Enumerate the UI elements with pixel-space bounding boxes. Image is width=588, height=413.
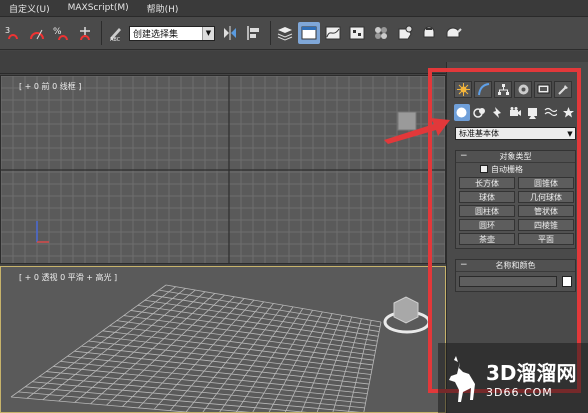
menu-bar: 自定义(U) MAXScript(M) 帮助(H) xyxy=(0,0,588,17)
object-color-swatch[interactable] xyxy=(562,276,572,287)
object-name-input[interactable] xyxy=(459,276,558,287)
cone-button[interactable]: 圆锥体 xyxy=(518,177,574,189)
name-color-rollout-header[interactable]: − 名称和颜色 xyxy=(456,260,575,272)
create-tab-icon[interactable] xyxy=(454,81,472,98)
helpers-icon[interactable] xyxy=(525,104,541,121)
pyramid-button[interactable]: 四棱锥 xyxy=(518,219,574,231)
sphere-button[interactable]: 球体 xyxy=(459,191,515,203)
named-selection-set-value: 创建选择集 xyxy=(133,29,179,40)
watermark-subtitle: 3D66.COM xyxy=(486,386,553,399)
snap-3d-icon[interactable]: 3 xyxy=(2,22,24,44)
watermark-title: 3D溜溜网 xyxy=(486,361,577,385)
shapes-icon[interactable] xyxy=(472,104,488,121)
lights-icon[interactable] xyxy=(489,104,505,121)
angle-snap-icon[interactable] xyxy=(26,22,48,44)
name-color-rollout: − 名称和颜色 xyxy=(455,259,576,292)
deer-logo-icon xyxy=(449,356,475,402)
svg-text:ABC: ABC xyxy=(110,37,121,42)
watermark: 3D溜溜网 3D66.COM xyxy=(438,343,588,413)
object-category-dropdown[interactable]: 标准基本体 ▼ xyxy=(455,127,576,140)
align-icon[interactable] xyxy=(243,22,265,44)
cameras-icon[interactable] xyxy=(507,104,523,121)
svg-text:%: % xyxy=(53,27,62,37)
box-object[interactable] xyxy=(393,296,419,324)
object-type-title: 对象类型 xyxy=(499,152,532,161)
watermark-text: 3D溜溜网 3D66.COM xyxy=(486,357,577,399)
systems-icon[interactable] xyxy=(560,104,576,121)
grid-line xyxy=(25,386,308,412)
plane-button[interactable]: 平面 xyxy=(518,233,574,245)
auto-grid-checkbox[interactable] xyxy=(480,165,488,173)
utilities-tab-icon[interactable] xyxy=(554,81,572,98)
annotation-arrow xyxy=(384,118,450,144)
chevron-down-icon: ▼ xyxy=(567,129,573,138)
torus-button[interactable]: 圆环 xyxy=(459,219,515,231)
percent-snap-icon[interactable]: % xyxy=(50,22,72,44)
main-toolbar: 3 % ABC 创建选择集 ▼ xyxy=(0,17,588,50)
collapse-icon: − xyxy=(460,151,468,161)
menu-help[interactable]: 帮助(H) xyxy=(138,2,188,15)
front-grid xyxy=(1,76,445,263)
object-type-rollout: − 对象类型 自动栅格 长方体 圆锥体 球体 几何球体 圆柱体 管状体 圆环 四… xyxy=(455,150,576,249)
object-type-buttons: 长方体 圆锥体 球体 几何球体 圆柱体 管状体 圆环 四棱锥 茶壶 平面 xyxy=(456,175,575,248)
viewport-front-label[interactable]: [ + 0 前 0 线框 ] xyxy=(19,81,81,92)
object-category-value: 标准基本体 xyxy=(459,129,499,138)
teapot-button[interactable]: 茶壶 xyxy=(459,233,515,245)
viewport-perspective[interactable]: [ + 0 透视 0 平滑 + 高光 ] xyxy=(0,266,446,413)
render-production-icon[interactable] xyxy=(442,22,464,44)
display-tab-icon[interactable] xyxy=(534,81,552,98)
rendered-frame-icon[interactable] xyxy=(418,22,440,44)
spinner-snap-icon[interactable] xyxy=(74,22,96,44)
motion-tab-icon[interactable] xyxy=(514,81,532,98)
cylinder-button[interactable]: 圆柱体 xyxy=(459,205,515,217)
space-warps-icon[interactable] xyxy=(543,104,559,121)
hierarchy-tab-icon[interactable] xyxy=(494,81,512,98)
scene-explorer-icon[interactable] xyxy=(298,22,320,44)
collapse-icon: − xyxy=(460,260,468,270)
grid-line xyxy=(363,321,382,412)
curve-editor-icon[interactable] xyxy=(322,22,344,44)
auto-grid-label: 自动栅格 xyxy=(491,164,523,174)
menu-customize[interactable]: 自定义(U) xyxy=(0,2,59,15)
named-selection-set-dropdown[interactable]: 创建选择集 ▼ xyxy=(129,25,215,41)
create-categories xyxy=(454,104,578,122)
menu-maxscript[interactable]: MAXScript(M) xyxy=(59,3,138,13)
grid-line xyxy=(10,396,191,412)
edit-named-selection-icon[interactable]: ABC xyxy=(105,22,127,44)
geosphere-button[interactable]: 几何球体 xyxy=(518,191,574,203)
viewport-front[interactable]: [ + 0 前 0 线框 ] xyxy=(0,75,446,264)
command-panel-tabs xyxy=(454,81,578,99)
modify-tab-icon[interactable] xyxy=(474,81,492,98)
box-button[interactable]: 长方体 xyxy=(459,177,515,189)
viewport-perspective-label[interactable]: [ + 0 透视 0 平滑 + 高光 ] xyxy=(19,272,117,283)
schematic-view-icon[interactable] xyxy=(346,22,368,44)
render-setup-icon[interactable] xyxy=(394,22,416,44)
svg-text:3: 3 xyxy=(5,26,10,35)
toolbar-separator xyxy=(270,21,271,45)
auto-grid-row: 自动栅格 xyxy=(456,163,575,175)
tube-button[interactable]: 管状体 xyxy=(518,205,574,217)
perspective-grid xyxy=(10,284,431,412)
material-editor-icon[interactable] xyxy=(370,22,392,44)
object-type-rollout-header[interactable]: − 对象类型 xyxy=(456,151,575,163)
name-color-title: 名称和颜色 xyxy=(495,261,536,270)
mirror-icon[interactable] xyxy=(219,22,241,44)
layer-manager-icon[interactable] xyxy=(274,22,296,44)
chevron-down-icon: ▼ xyxy=(202,26,214,40)
name-color-row xyxy=(456,272,575,291)
toolbar-separator xyxy=(101,21,102,45)
